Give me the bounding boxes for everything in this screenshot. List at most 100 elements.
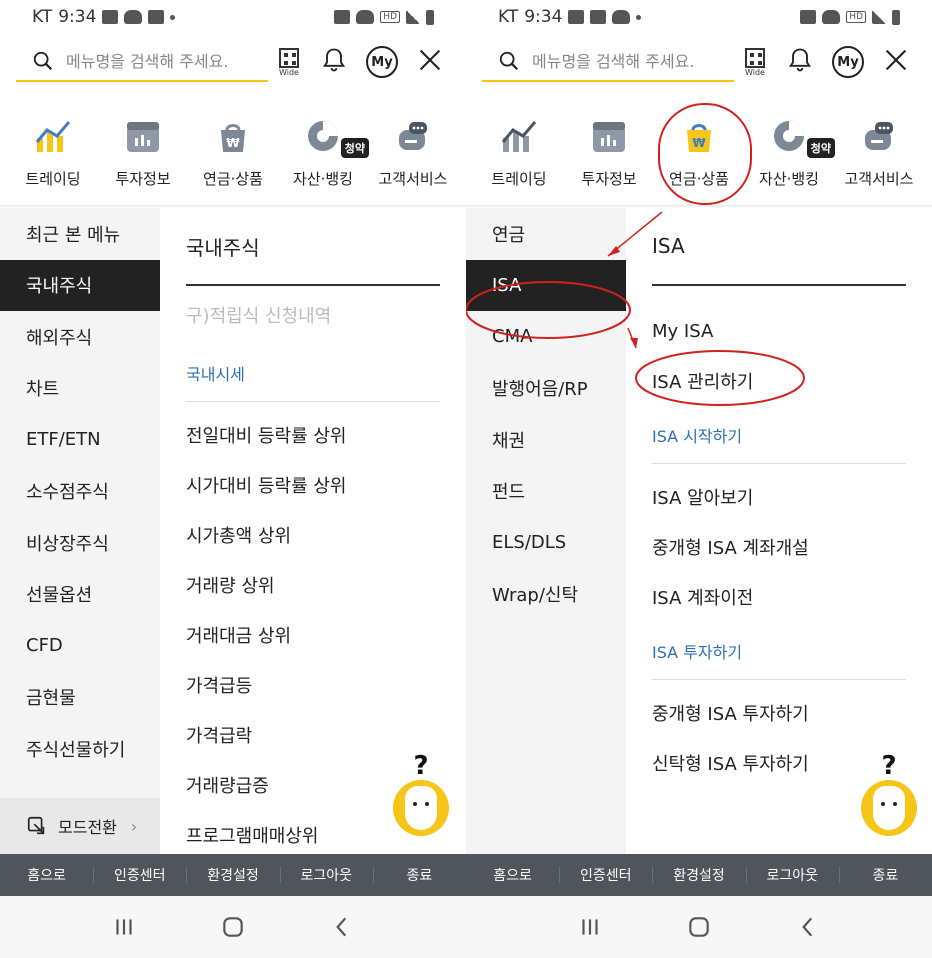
menu-item-isa-manage[interactable]: ISA 관리하기 xyxy=(652,356,906,406)
qr-code-icon xyxy=(279,47,299,68)
sidebar-item-fund[interactable]: 펀드 xyxy=(466,466,626,518)
search-box[interactable] xyxy=(16,42,268,82)
chevron-right-icon: › xyxy=(130,816,138,836)
search-box[interactable] xyxy=(482,42,734,82)
menu-item[interactable]: 중개형 ISA 계좌개설 xyxy=(652,522,906,572)
chat-service-icon xyxy=(399,122,427,150)
subscription-badge: 청약 xyxy=(340,138,369,158)
sidebar-item-isa[interactable]: ISA xyxy=(466,259,626,311)
tab-customer-service[interactable]: 고객서비스 xyxy=(835,106,923,206)
content-title: ISA xyxy=(652,208,906,286)
sidebar-item-pension[interactable]: 연금 xyxy=(466,208,626,260)
recent-apps-icon[interactable] xyxy=(577,914,603,940)
tab-pension[interactable]: ₩ 연금·상품 xyxy=(189,106,277,206)
nav-settings[interactable]: 환경설정 xyxy=(652,865,745,885)
nav-cert-center[interactable]: 인증센터 xyxy=(559,865,652,885)
tab-customer-service[interactable]: 고객서비스 xyxy=(369,106,457,206)
sidebar-item-recent[interactable]: 최근 본 메뉴 xyxy=(0,208,160,260)
back-icon[interactable] xyxy=(329,914,355,940)
mode-switch-icon xyxy=(27,816,45,835)
menu-item[interactable]: ISA 알아보기 xyxy=(652,472,906,522)
mascot-icon xyxy=(861,780,917,836)
recent-apps-icon[interactable] xyxy=(111,914,137,940)
pension-highlight-annotation xyxy=(658,103,752,205)
menu-item-my-isa[interactable]: My ISA xyxy=(652,306,906,356)
mode-switch-button[interactable]: 모드전환 › xyxy=(0,798,160,854)
nav-logout[interactable]: 로그아웃 xyxy=(279,865,373,885)
tab-asset-banking[interactable]: 청약 자산·뱅킹 xyxy=(279,106,369,206)
sidebar-item-unlisted[interactable]: 비상장주식 xyxy=(0,517,160,569)
sidebar-item-note-rp[interactable]: 발행어음/RP xyxy=(466,363,626,415)
signal-icon xyxy=(872,10,886,24)
section-header-quotes: 국내시세 xyxy=(186,344,440,402)
search-input[interactable] xyxy=(66,51,256,71)
sidebar-item-els-dls[interactable]: ELS/DLS xyxy=(466,517,626,569)
nav-cert-center[interactable]: 인증센터 xyxy=(93,865,186,885)
menu-item[interactable]: 가격급등 xyxy=(186,660,440,710)
clock: 9:34 xyxy=(524,7,563,27)
tab-label: 자산·뱅킹 xyxy=(293,170,353,188)
help-mascot-button[interactable]: ? xyxy=(858,752,920,836)
section-header-isa-invest: ISA 투자하기 xyxy=(652,622,906,680)
tab-label: 고객서비스 xyxy=(378,170,448,188)
menu-item-old-savings[interactable]: 구)적립식 신청내역 xyxy=(186,286,440,344)
sidebar-item-futures-options[interactable]: 선물옵션 xyxy=(0,569,160,621)
nav-exit[interactable]: 종료 xyxy=(838,865,932,885)
search-icon xyxy=(499,51,519,71)
sidebar-item-bond[interactable]: 채권 xyxy=(466,414,626,466)
tab-label: 연금·상품 xyxy=(203,170,263,188)
nav-home[interactable]: 홈으로 xyxy=(0,865,93,885)
bell-icon[interactable] xyxy=(320,46,348,78)
more-dot-icon xyxy=(170,14,176,20)
sidebar-item-cma[interactable]: CMA xyxy=(466,311,626,363)
back-icon[interactable] xyxy=(795,914,821,940)
search-row: Wide My xyxy=(482,40,916,84)
my-button[interactable]: My xyxy=(832,46,864,78)
right-screen: KT 9:34 HD Wide My xyxy=(466,0,932,958)
close-icon[interactable] xyxy=(416,46,444,78)
hd-badge: HD xyxy=(380,11,400,23)
home-icon[interactable] xyxy=(220,914,246,940)
menu-item[interactable]: 시가총액 상위 xyxy=(186,510,440,560)
menu-item[interactable]: 거래대금 상위 xyxy=(186,610,440,660)
home-icon[interactable] xyxy=(686,914,712,940)
sidebar-item-wrap-trust[interactable]: Wrap/신탁 xyxy=(466,569,626,621)
menu-item[interactable]: 중개형 ISA 투자하기 xyxy=(652,688,906,738)
my-button[interactable]: My xyxy=(366,46,398,78)
close-icon[interactable] xyxy=(882,46,910,78)
nav-exit[interactable]: 종료 xyxy=(372,865,466,885)
tab-trading[interactable]: 트레이딩 xyxy=(9,106,97,206)
sidebar-item-cfd[interactable]: CFD xyxy=(0,620,160,672)
sidebar-item-etf-etn[interactable]: ETF/ETN xyxy=(0,414,160,466)
left-screen: KT 9:34 HD Wide My xyxy=(0,0,466,958)
nav-logout[interactable]: 로그아웃 xyxy=(745,865,839,885)
bell-icon[interactable] xyxy=(786,46,814,78)
sidebar: 최근 본 메뉴 국내주식 해외주식 차트 ETF/ETN 소수점주식 비상장주식… xyxy=(0,208,160,854)
menu-item[interactable]: 거래량 상위 xyxy=(186,560,440,610)
tab-asset-banking[interactable]: 청약 자산·뱅킹 xyxy=(745,106,835,206)
nav-settings[interactable]: 환경설정 xyxy=(186,865,279,885)
sidebar-item-fractional[interactable]: 소수점주식 xyxy=(0,466,160,518)
menu-item[interactable]: 시가대비 등락률 상위 xyxy=(186,460,440,510)
qr-wide-button[interactable]: Wide xyxy=(276,47,302,77)
qr-code-icon xyxy=(745,47,765,68)
tab-trading[interactable]: 트레이딩 xyxy=(475,106,563,206)
sidebar-item-stock-futures[interactable]: 주식선물하기 xyxy=(0,723,160,775)
sidebar-item-chart[interactable]: 차트 xyxy=(0,363,160,415)
bottom-nav: 홈으로 인증센터 환경설정 로그아웃 종료 xyxy=(0,854,466,896)
tab-invest-info[interactable]: 투자정보 xyxy=(565,106,653,206)
pension-bag-icon: ₩ xyxy=(221,124,245,152)
menu-item[interactable]: 전일대비 등락률 상위 xyxy=(186,410,440,460)
sidebar-item-gold[interactable]: 금현물 xyxy=(0,672,160,724)
qr-wide-button[interactable]: Wide xyxy=(742,47,768,77)
help-mascot-button[interactable]: ? xyxy=(390,752,452,836)
nav-home[interactable]: 홈으로 xyxy=(466,865,559,885)
search-input[interactable] xyxy=(532,51,722,71)
menu-item[interactable]: ISA 계좌이전 xyxy=(652,572,906,622)
sidebar-item-domestic-stock[interactable]: 국내주식 xyxy=(0,259,160,311)
sidebar-item-overseas-stock[interactable]: 해외주식 xyxy=(0,311,160,363)
mute-icon xyxy=(800,10,817,24)
wifi-icon xyxy=(822,10,841,24)
tab-invest-info[interactable]: 투자정보 xyxy=(99,106,187,206)
trading-chart-icon xyxy=(35,121,71,152)
